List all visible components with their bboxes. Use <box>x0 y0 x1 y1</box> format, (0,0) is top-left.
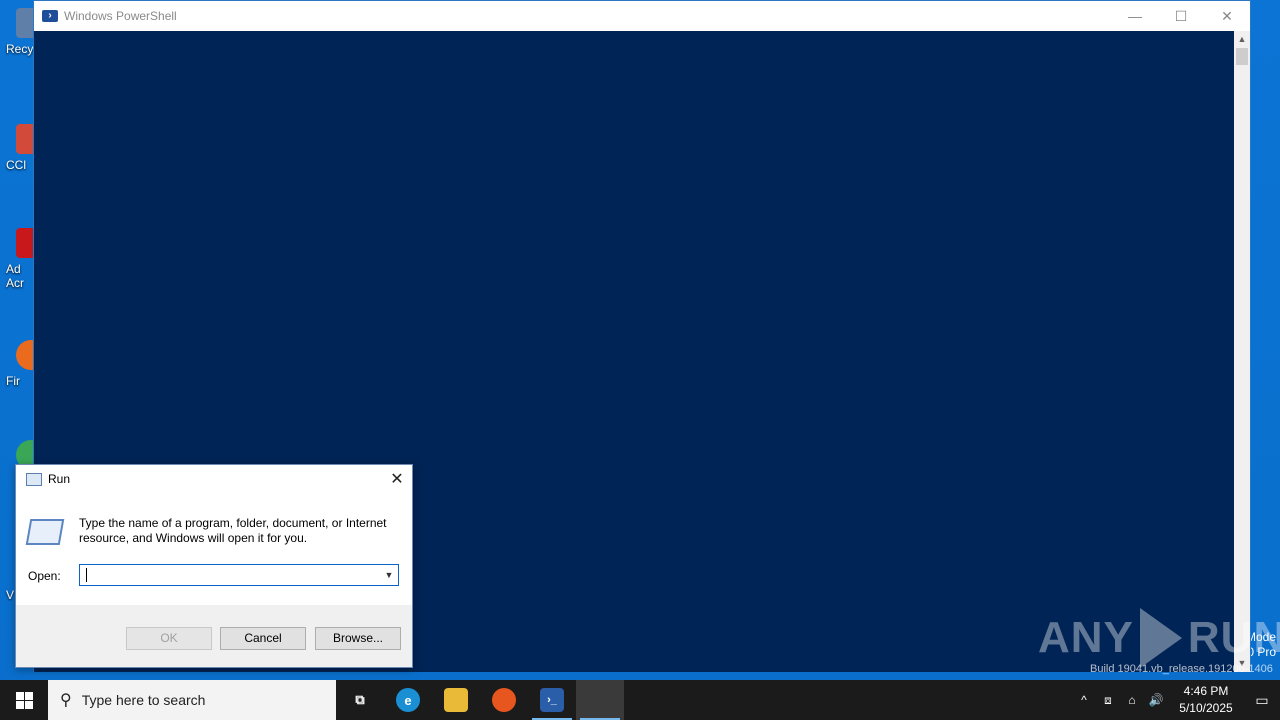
minimize-button[interactable]: — <box>1112 1 1158 31</box>
run-icon <box>26 472 42 486</box>
device-icon[interactable]: ⧈ <box>1096 693 1120 708</box>
taskbar: ⚲ Type here to search ⧉ e ›_ ^ ⧈ ⌂ 🔊 4:4… <box>0 680 1280 720</box>
powershell-icon: ›_ <box>540 688 564 712</box>
search-icon: ⚲ <box>60 692 72 709</box>
anyrun-text-right: RUN <box>1187 613 1280 662</box>
taskbar-file-explorer[interactable] <box>432 680 480 720</box>
run-program-icon <box>25 519 65 545</box>
powershell-titlebar[interactable]: › Windows PowerShell — ☐ ✕ <box>34 1 1250 31</box>
scroll-up-icon[interactable]: ▲ <box>1234 31 1250 48</box>
taskbar-firefox[interactable] <box>480 680 528 720</box>
vertical-scrollbar[interactable]: ▲ ▼ <box>1234 31 1250 672</box>
run-footer: OK Cancel Browse... <box>16 605 412 667</box>
taskbar-run-window[interactable] <box>576 680 624 720</box>
taskbar-powershell[interactable]: ›_ <box>528 680 576 720</box>
clock[interactable]: 4:46 PM 5/10/2025 <box>1174 683 1238 717</box>
taskbar-search[interactable]: ⚲ Type here to search <box>48 680 336 720</box>
cancel-button[interactable]: Cancel <box>220 627 306 650</box>
taskbar-edge[interactable]: e <box>384 680 432 720</box>
close-button[interactable]: ✕ <box>1204 1 1250 31</box>
run-dialog[interactable]: Run ✕ Type the name of a program, folder… <box>15 464 413 668</box>
search-placeholder: Type here to search <box>81 692 206 708</box>
folder-icon <box>444 688 468 712</box>
clock-date: 5/10/2025 <box>1179 701 1233 715</box>
play-icon <box>1139 608 1182 668</box>
volume-icon[interactable]: 🔊 <box>1144 693 1168 707</box>
system-tray: ^ ⧈ ⌂ 🔊 4:46 PM 5/10/2025 ▭ <box>1072 680 1280 720</box>
ok-button[interactable]: OK <box>126 627 212 650</box>
close-button[interactable]: ✕ <box>382 469 412 489</box>
run-description: Type the name of a program, folder, docu… <box>79 516 387 545</box>
clock-time: 4:46 PM <box>1183 684 1229 698</box>
maximize-button[interactable]: ☐ <box>1158 1 1204 31</box>
taskbar-task-view[interactable]: ⧉ <box>336 680 384 720</box>
anyrun-text-left: ANY <box>1038 613 1134 662</box>
scroll-thumb[interactable] <box>1236 48 1248 65</box>
firefox-icon <box>492 688 516 712</box>
dialog-title: Run <box>48 472 71 486</box>
window-title: Windows PowerShell <box>64 9 177 23</box>
text-caret <box>86 568 87 582</box>
run-titlebar[interactable]: Run ✕ <box>16 465 412 493</box>
open-label: Open: <box>28 569 61 583</box>
edge-icon: e <box>396 688 420 712</box>
task-view-icon: ⧉ <box>355 692 365 707</box>
chevron-down-icon[interactable]: ▼ <box>380 570 398 580</box>
anyrun-watermark: ANY RUN <box>1038 608 1280 668</box>
start-button[interactable] <box>0 680 48 720</box>
chevron-up-icon[interactable]: ^ <box>1072 693 1096 707</box>
notification-icon[interactable]: ▭ <box>1244 680 1280 720</box>
browse-button[interactable]: Browse... <box>315 627 401 650</box>
build-info: Build 19041.vb_release.191206-1406 <box>1090 663 1273 675</box>
network-icon[interactable]: ⌂ <box>1120 693 1144 707</box>
powershell-icon: › <box>42 10 58 22</box>
open-combobox[interactable]: ▼ <box>79 564 399 586</box>
windows-logo-icon <box>15 691 33 709</box>
run-body: Type the name of a program, folder, docu… <box>16 493 412 605</box>
